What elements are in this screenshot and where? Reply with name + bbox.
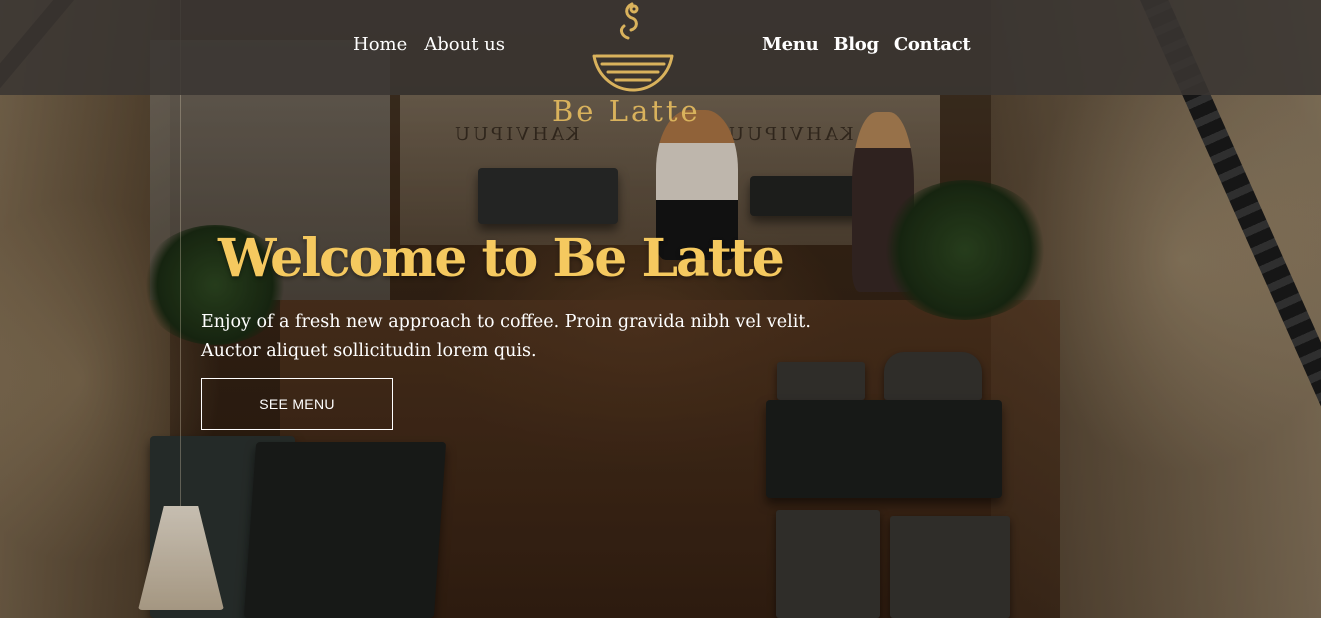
hero-title: Welcome to Be Latte	[218, 228, 785, 289]
hero-description-line: Enjoy of a fresh new approach to coffee.…	[201, 312, 811, 332]
hero-description-line: Auctor aliquet sollicitudin lorem quis.	[201, 341, 537, 361]
see-menu-button[interactable]: SEE MENU	[201, 378, 393, 430]
nav-left: Home About us	[353, 34, 505, 55]
brand-name[interactable]: Be Latte	[552, 94, 712, 128]
nav-link-contact[interactable]: Contact	[894, 34, 971, 55]
nav-link-menu[interactable]: Menu	[762, 34, 819, 55]
nav-link-blog[interactable]: Blog	[833, 34, 879, 55]
coffee-cup-icon[interactable]	[588, 0, 678, 95]
nav-link-home[interactable]: Home	[353, 34, 407, 55]
nav-right: Menu Blog Contact	[762, 34, 971, 55]
nav-link-about-us[interactable]: About us	[424, 34, 505, 55]
site-header: Home About us Menu Blog Contact	[0, 0, 1321, 95]
hero-description: Enjoy of a fresh new approach to coffee.…	[201, 308, 811, 366]
